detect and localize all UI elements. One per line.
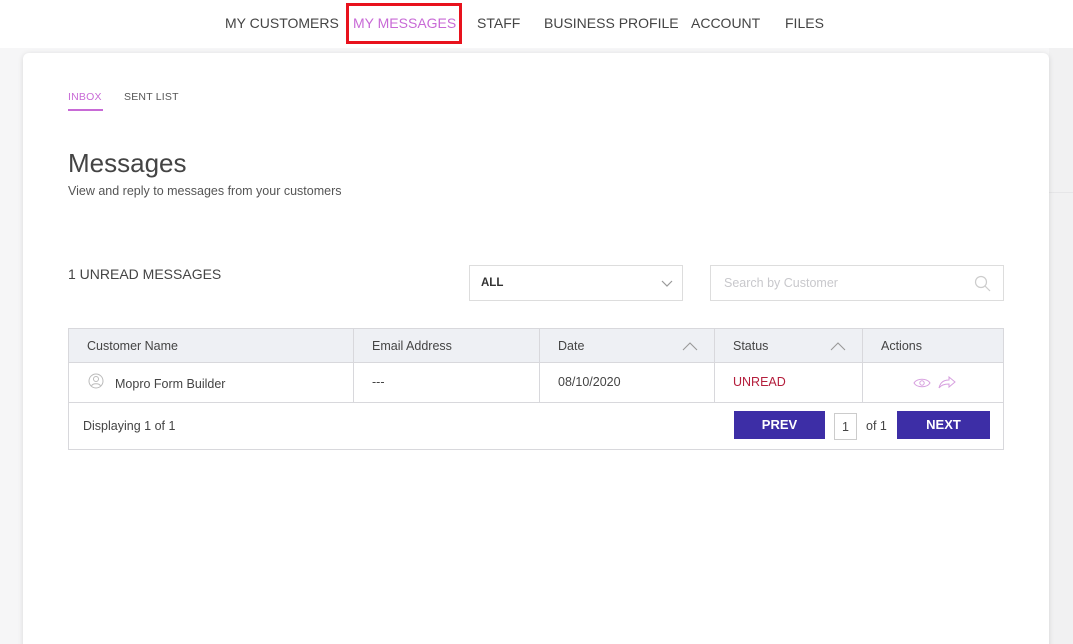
messages-table: Customer Name Email Address Date Status …: [68, 328, 1004, 450]
displaying-count: Displaying 1 of 1: [83, 419, 176, 433]
table-row[interactable]: Mopro Form Builder --- 08/10/2020 UNREAD: [69, 363, 1003, 403]
date-value: 08/10/2020: [558, 375, 621, 389]
next-button[interactable]: NEXT: [897, 411, 990, 439]
messages-card: INBOX SENT LIST Messages View and reply …: [23, 53, 1049, 644]
email-value: ---: [372, 375, 385, 389]
customer-name: Mopro Form Builder: [115, 377, 226, 391]
search-input[interactable]: [712, 267, 962, 299]
customer-search: [710, 265, 1004, 301]
page-number-input[interactable]: [834, 413, 857, 440]
header-customer-name: Customer Name: [69, 329, 354, 362]
active-tab-underline: [68, 109, 103, 111]
prev-button[interactable]: PREV: [734, 411, 825, 439]
nav-account[interactable]: ACCOUNT: [691, 4, 760, 43]
background-strip: [1049, 48, 1073, 644]
tab-inbox[interactable]: INBOX: [68, 91, 102, 103]
reply-icon[interactable]: [938, 375, 956, 389]
nav-my-customers[interactable]: MY CUSTOMERS: [225, 4, 339, 43]
page-total: of 1: [866, 419, 887, 433]
eye-icon[interactable]: [913, 376, 931, 390]
header-date[interactable]: Date: [540, 329, 715, 362]
nav-my-messages[interactable]: MY MESSAGES: [353, 4, 456, 43]
page-title: Messages: [68, 148, 187, 178]
status-filter-select[interactable]: ALL: [469, 265, 683, 301]
table-footer: Displaying 1 of 1 PREV of 1 NEXT: [69, 403, 1003, 449]
search-icon[interactable]: [974, 275, 991, 292]
page-subtitle: View and reply to messages from your cus…: [68, 184, 342, 198]
tab-sent-list[interactable]: SENT LIST: [124, 91, 179, 103]
nav-business-profile[interactable]: BUSINESS PROFILE: [544, 4, 679, 43]
filter-value: ALL: [481, 277, 504, 289]
status-badge: UNREAD: [733, 375, 786, 389]
unread-count: 1 UNREAD MESSAGES: [68, 266, 222, 282]
cell-actions: [863, 363, 1003, 402]
cell-date: 08/10/2020: [540, 363, 715, 402]
header-actions: Actions: [881, 339, 922, 353]
cell-status: UNREAD: [715, 363, 863, 402]
sort-up-icon[interactable]: [682, 341, 698, 351]
cell-email: ---: [354, 363, 540, 402]
nav-staff[interactable]: STAFF: [477, 4, 520, 43]
table-header: Customer Name Email Address Date Status …: [69, 329, 1003, 363]
cell-customer: Mopro Form Builder: [69, 363, 354, 402]
header-status[interactable]: Status: [715, 329, 863, 362]
nav-files[interactable]: FILES: [785, 4, 824, 43]
person-icon: [88, 373, 104, 389]
chevron-down-icon: [661, 280, 673, 287]
top-nav: MY CUSTOMERS MY MESSAGES STAFF BUSINESS …: [0, 0, 1073, 48]
sort-up-icon[interactable]: [830, 341, 846, 351]
header-email: Email Address: [354, 329, 540, 362]
divider: [1049, 192, 1073, 193]
